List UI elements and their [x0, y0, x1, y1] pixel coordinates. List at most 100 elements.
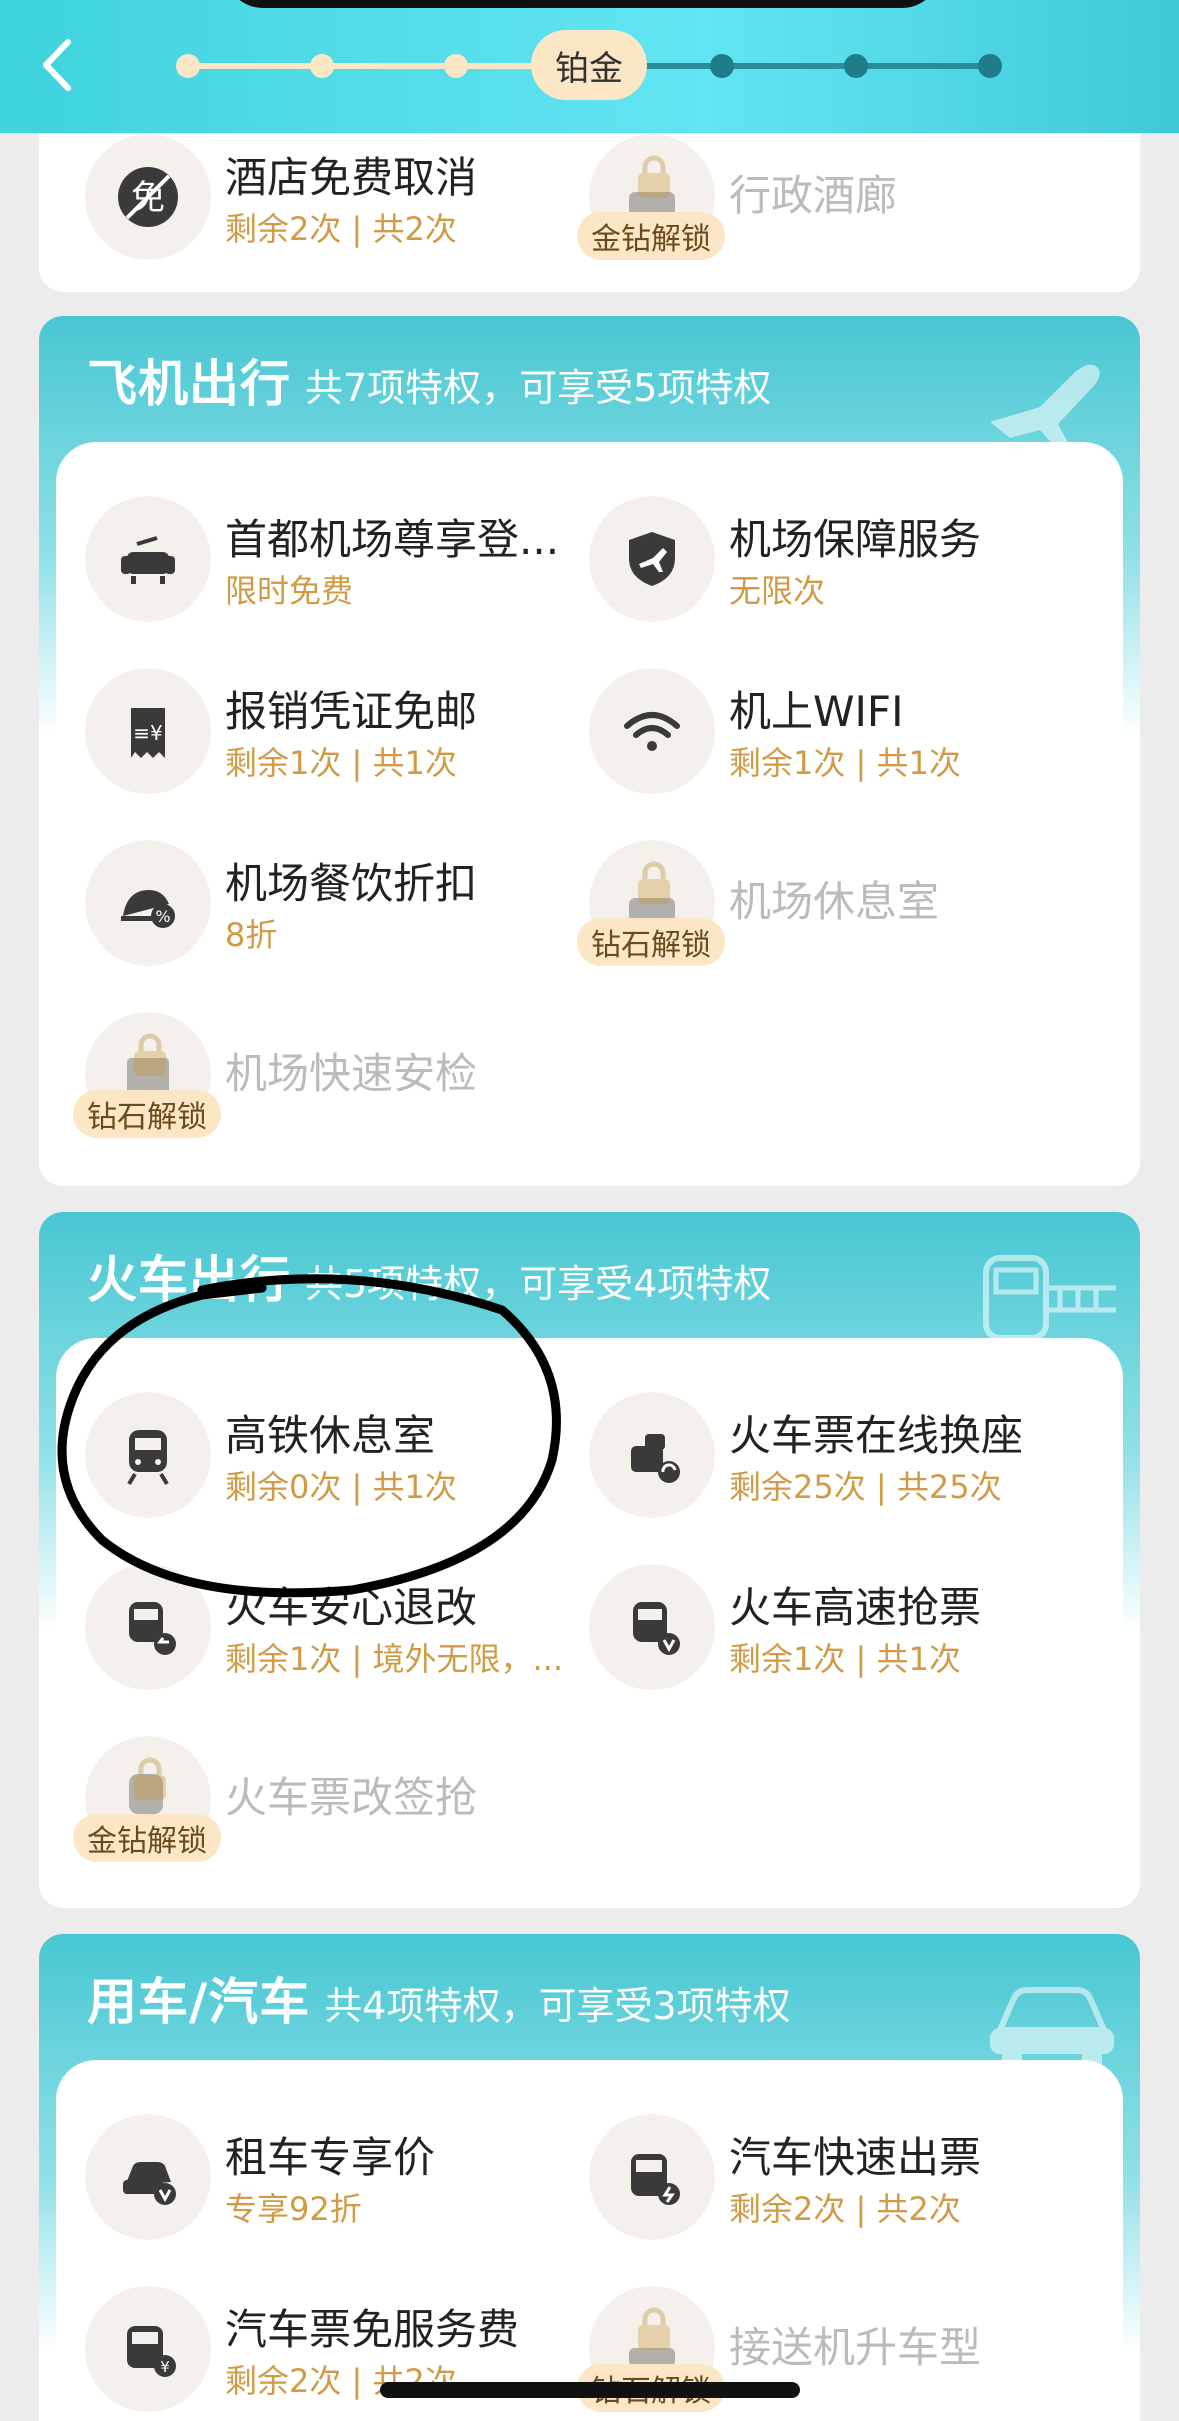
benefit-usage: 剩余1次 | 共1次 — [729, 744, 961, 782]
benefit-name: 行政酒廊 — [729, 171, 898, 220]
benefit-usage: 剩余0次 | 共1次 — [225, 1468, 457, 1506]
benefit-seat-change[interactable]: 火车票在线换座 剩余25次 | 共25次 — [589, 1382, 1089, 1522]
benefit-train-change-grab[interactable]: 火车票改签抢 金钻解锁 — [73, 1726, 585, 1866]
free-cancel-icon: 免 — [85, 134, 211, 260]
airplane-icon — [990, 364, 1100, 452]
section-summary: 共5项特权，可享受4项特权 — [305, 1262, 772, 1306]
benefit-usage: 剩余1次 | 共1次 — [225, 744, 457, 782]
level-dot[interactable] — [310, 54, 334, 78]
unlock-badge: 钻石解锁 — [73, 1090, 221, 1138]
benefit-airport-guarantee[interactable]: 机场保障服务 无限次 — [589, 486, 1089, 626]
lock-icon — [638, 155, 670, 198]
benefit-highspeed-lounge[interactable]: 高铁休息室 剩余0次 | 共1次 — [85, 1382, 585, 1522]
benefit-fast-security[interactable]: 机场快速安检 钻石解锁 — [73, 1002, 585, 1142]
section-title: 用车/汽车 共4项特权，可享受3项特权 — [87, 1962, 791, 2034]
benefit-usage: 剩余1次 | 共1次 — [729, 1640, 961, 1678]
flight-section: 飞机出行 共7项特权，可享受5项特权 首都机场尊享登... 限时免费 机场保障服… — [39, 316, 1140, 1186]
wifi-icon — [589, 668, 715, 794]
chevron-left-icon[interactable] — [30, 30, 86, 100]
bus-fast-icon — [589, 2114, 715, 2240]
train-refund-icon — [85, 1564, 211, 1690]
progress-track-done — [188, 63, 568, 69]
section-title: 火车出行 共5项特权，可享受4项特权 — [87, 1240, 771, 1312]
benefit-name: 高铁休息室 — [225, 1411, 436, 1460]
level-header: 铂金 — [0, 0, 1179, 133]
car-rental-icon — [85, 2114, 211, 2240]
benefit-usage: 剩余2次 | 共2次 — [729, 2190, 961, 2228]
benefit-name: 火车安心退改 — [225, 1583, 478, 1632]
train-benefits-panel: 高铁休息室 剩余0次 | 共1次 火车票在线换座 剩余25次 | 共25次 火车… — [56, 1338, 1123, 1892]
benefit-name: 汽车票免服务费 — [225, 2305, 520, 2354]
benefit-name: 租车专享价 — [225, 2133, 436, 2182]
benefit-hotel-free-cancel[interactable]: 免 酒店免费取消 剩余2次 | 共2次 — [85, 124, 585, 264]
benefit-name: 火车票改签抢 — [225, 1773, 478, 1822]
train-section: 火车出行 共5项特权，可享受4项特权 高铁休息室 剩余0次 | 共1次 火车票在… — [39, 1212, 1140, 1908]
receipt-icon: ≡¥ — [85, 668, 211, 794]
unlock-badge: 金钻解锁 — [577, 212, 725, 260]
car-benefits-panel: 租车专享价 专享92折 汽车快速出票 剩余2次 | 共2次 ¥ 汽车票免服务费 … — [56, 2060, 1123, 2421]
lock-icon — [638, 861, 670, 904]
level-dot[interactable] — [844, 54, 868, 78]
benefit-usage: 专享92折 — [225, 2190, 362, 2228]
benefit-hotel-exec-lounge[interactable]: 行政酒廊 金钻解锁 — [577, 124, 1089, 264]
svg-text:%: % — [155, 907, 170, 926]
unlock-badge: 金钻解锁 — [73, 1814, 221, 1862]
car-icon — [990, 1987, 1114, 2068]
benefit-train-refund[interactable]: 火车安心退改 剩余1次 | 境外无限，... — [85, 1554, 585, 1694]
benefit-name: 酒店免费取消 — [225, 153, 478, 202]
screen: { "header": { "back_icon": "chevron-left… — [0, 0, 1179, 2421]
car-section: 用车/汽车 共4项特权，可享受3项特权 租车专享价 专享92折 汽车快速出票 剩… — [39, 1934, 1140, 2421]
benefit-name: 接送机升车型 — [729, 2323, 982, 2372]
benefit-onboard-wifi[interactable]: 机上WIFI 剩余1次 | 共1次 — [589, 658, 1089, 798]
flight-benefits-panel: 首都机场尊享登... 限时免费 机场保障服务 无限次 ≡¥ 报销凭证免邮 剩余1… — [56, 442, 1123, 1170]
benefit-name: 机场快速安检 — [225, 1049, 478, 1098]
benefit-capital-airport[interactable]: 首都机场尊享登... 限时免费 — [85, 486, 585, 626]
current-level-pill[interactable]: 铂金 — [531, 30, 647, 100]
shield-plane-icon — [589, 496, 715, 622]
section-title-text: 火车出行 — [87, 1251, 291, 1309]
section-title-text: 用车/汽车 — [87, 1973, 311, 2031]
benefit-airport-lounge[interactable]: 机场休息室 钻石解锁 — [577, 830, 1089, 970]
dining-discount-icon: % — [85, 840, 211, 966]
seat-swap-icon — [589, 1392, 715, 1518]
home-indicator — [380, 2382, 800, 2398]
section-summary: 共4项特权，可享受3项特权 — [324, 1984, 791, 2028]
benefit-bus-fast-ticket[interactable]: 汽车快速出票 剩余2次 | 共2次 — [589, 2104, 1089, 2244]
benefit-usage: 剩余1次 | 境外无限，... — [225, 1640, 564, 1678]
benefit-usage: 剩余2次 | 共2次 — [225, 210, 457, 248]
benefit-car-rental[interactable]: 租车专享价 专享92折 — [85, 2104, 585, 2244]
benefit-name: 报销凭证免邮 — [225, 687, 478, 736]
benefit-receipt-mail[interactable]: ≡¥ 报销凭证免邮 剩余1次 | 共1次 — [85, 658, 585, 798]
level-dot[interactable] — [710, 54, 734, 78]
unlock-badge: 钻石解锁 — [577, 918, 725, 966]
benefit-name: 火车票在线换座 — [729, 1411, 1024, 1460]
lock-icon — [638, 2307, 670, 2350]
svg-text:≡¥: ≡¥ — [133, 721, 162, 745]
benefit-name: 火车高速抢票 — [729, 1583, 982, 1632]
benefit-name: 汽车快速出票 — [729, 2133, 982, 2182]
svg-text:¥: ¥ — [160, 2358, 170, 2376]
progress-track-todo — [640, 63, 990, 69]
lock-icon — [134, 1033, 166, 1076]
train-bridge-icon — [983, 1255, 1116, 1341]
section-summary: 共7项特权，可享受5项特权 — [305, 366, 772, 410]
device-notch — [225, 0, 940, 8]
level-dot[interactable] — [444, 54, 468, 78]
benefit-name: 首都机场尊享登... — [225, 515, 560, 564]
benefit-usage: 剩余25次 | 共25次 — [729, 1468, 1002, 1506]
section-title-text: 飞机出行 — [87, 355, 291, 413]
benefit-name: 机上WIFI — [729, 687, 904, 736]
benefit-airport-dining[interactable]: % 机场餐饮折扣 8折 — [85, 830, 585, 970]
benefit-train-fast-ticket[interactable]: 火车高速抢票 剩余1次 | 共1次 — [589, 1554, 1089, 1694]
train-fast-ticket-icon — [589, 1564, 715, 1690]
benefit-usage: 限时免费 — [225, 572, 354, 610]
level-dot[interactable] — [176, 54, 200, 78]
lock-icon — [134, 1757, 166, 1800]
level-dot[interactable] — [978, 54, 1002, 78]
benefit-name: 机场休息室 — [729, 877, 940, 926]
bus-fee-icon: ¥ — [85, 2286, 211, 2412]
vip-seat-icon — [85, 496, 211, 622]
section-title: 飞机出行 共7项特权，可享受5项特权 — [87, 344, 771, 416]
benefit-usage: 无限次 — [729, 572, 826, 610]
benefit-usage: 8折 — [225, 916, 278, 954]
